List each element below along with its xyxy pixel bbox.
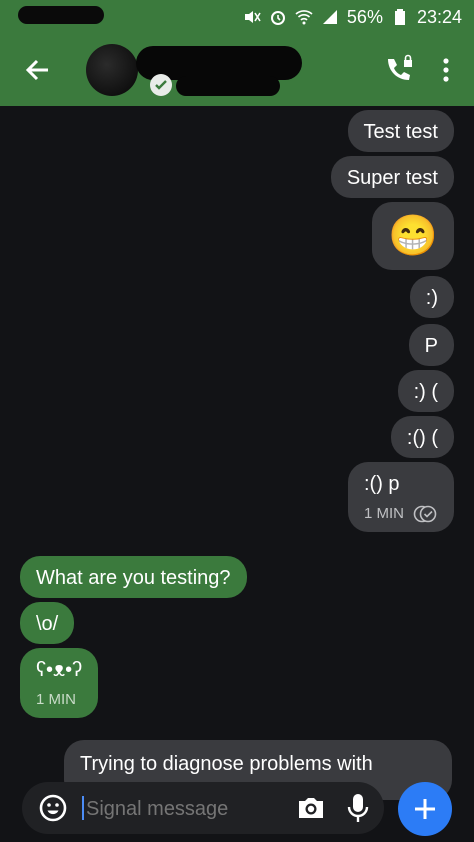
- message-text: :() (: [406, 427, 438, 449]
- more-options-button[interactable]: [434, 52, 458, 88]
- message-bubble-incoming[interactable]: \o/: [20, 602, 75, 644]
- message-composer: [22, 782, 384, 834]
- clock-time: 23:24: [416, 6, 462, 27]
- message-time: 1 MIN: [36, 691, 77, 708]
- message-input[interactable]: [84, 794, 278, 824]
- message-text: Trying to diagnose problems with: [80, 753, 373, 775]
- message-bubble-incoming[interactable]: ʕ•ᴥ•ʔ 1 MIN: [20, 648, 99, 718]
- secure-call-button[interactable]: [380, 52, 416, 88]
- read-receipt-icon: [413, 505, 437, 523]
- redacted-contact-subtitle: [176, 76, 280, 96]
- message-bubble-outgoing[interactable]: :): [409, 276, 454, 318]
- message-bubble-outgoing[interactable]: :() p 1 MIN: [347, 462, 454, 532]
- alarm-icon: [269, 8, 287, 26]
- plus-icon: [415, 799, 435, 819]
- back-arrow-icon: [25, 59, 48, 81]
- back-button[interactable]: [20, 52, 56, 88]
- message-bubble-outgoing[interactable]: P: [408, 324, 454, 366]
- wifi-icon: [295, 8, 313, 26]
- message-text: Super test: [346, 167, 438, 189]
- message-bubble-outgoing[interactable]: 😁: [372, 202, 454, 270]
- message-text: \o/: [36, 613, 59, 635]
- message-text: :) (: [413, 381, 438, 403]
- conversation-header: [0, 34, 474, 106]
- contact-avatar[interactable]: [86, 44, 138, 96]
- phone-lock-icon: [388, 54, 412, 80]
- more-vert-icon: [443, 58, 449, 82]
- message-meta: 1 MIN: [36, 688, 82, 712]
- battery-percent: 56%: [346, 6, 383, 27]
- message-meta: 1 MIN: [364, 502, 438, 526]
- redacted-notification-area: [18, 6, 104, 24]
- message-time: 1 MIN: [363, 505, 404, 522]
- emoji-icon: [39, 794, 67, 822]
- message-bubble-outgoing[interactable]: Super test: [330, 156, 454, 198]
- message-text: :): [425, 287, 438, 309]
- mute-icon: [243, 8, 261, 26]
- camera-button[interactable]: [296, 794, 326, 822]
- message-text: Test test: [363, 121, 438, 143]
- status-icons: 56% 23:24: [243, 6, 462, 28]
- message-text: What are you testing?: [36, 567, 231, 589]
- message-bubble-outgoing[interactable]: Test test: [347, 110, 454, 152]
- verified-check-icon: [150, 74, 172, 96]
- message-text: ʕ•ᴥ•ʔ: [36, 659, 83, 681]
- mic-icon: [347, 794, 369, 822]
- emoji-button[interactable]: [38, 793, 68, 823]
- message-text: :() p: [363, 473, 400, 495]
- battery-icon: [391, 8, 409, 26]
- camera-icon: [299, 798, 323, 818]
- voice-note-button[interactable]: [346, 792, 370, 824]
- message-text: P: [424, 335, 438, 357]
- emoji-message-text: 😁: [388, 214, 438, 258]
- message-bubble-outgoing[interactable]: :) (: [397, 370, 454, 412]
- attach-button[interactable]: [398, 782, 452, 836]
- signal-icon: [321, 8, 339, 26]
- status-bar: 56% 23:24: [0, 0, 474, 34]
- message-bubble-incoming[interactable]: What are you testing?: [20, 556, 247, 598]
- message-bubble-outgoing[interactable]: :() (: [390, 416, 454, 458]
